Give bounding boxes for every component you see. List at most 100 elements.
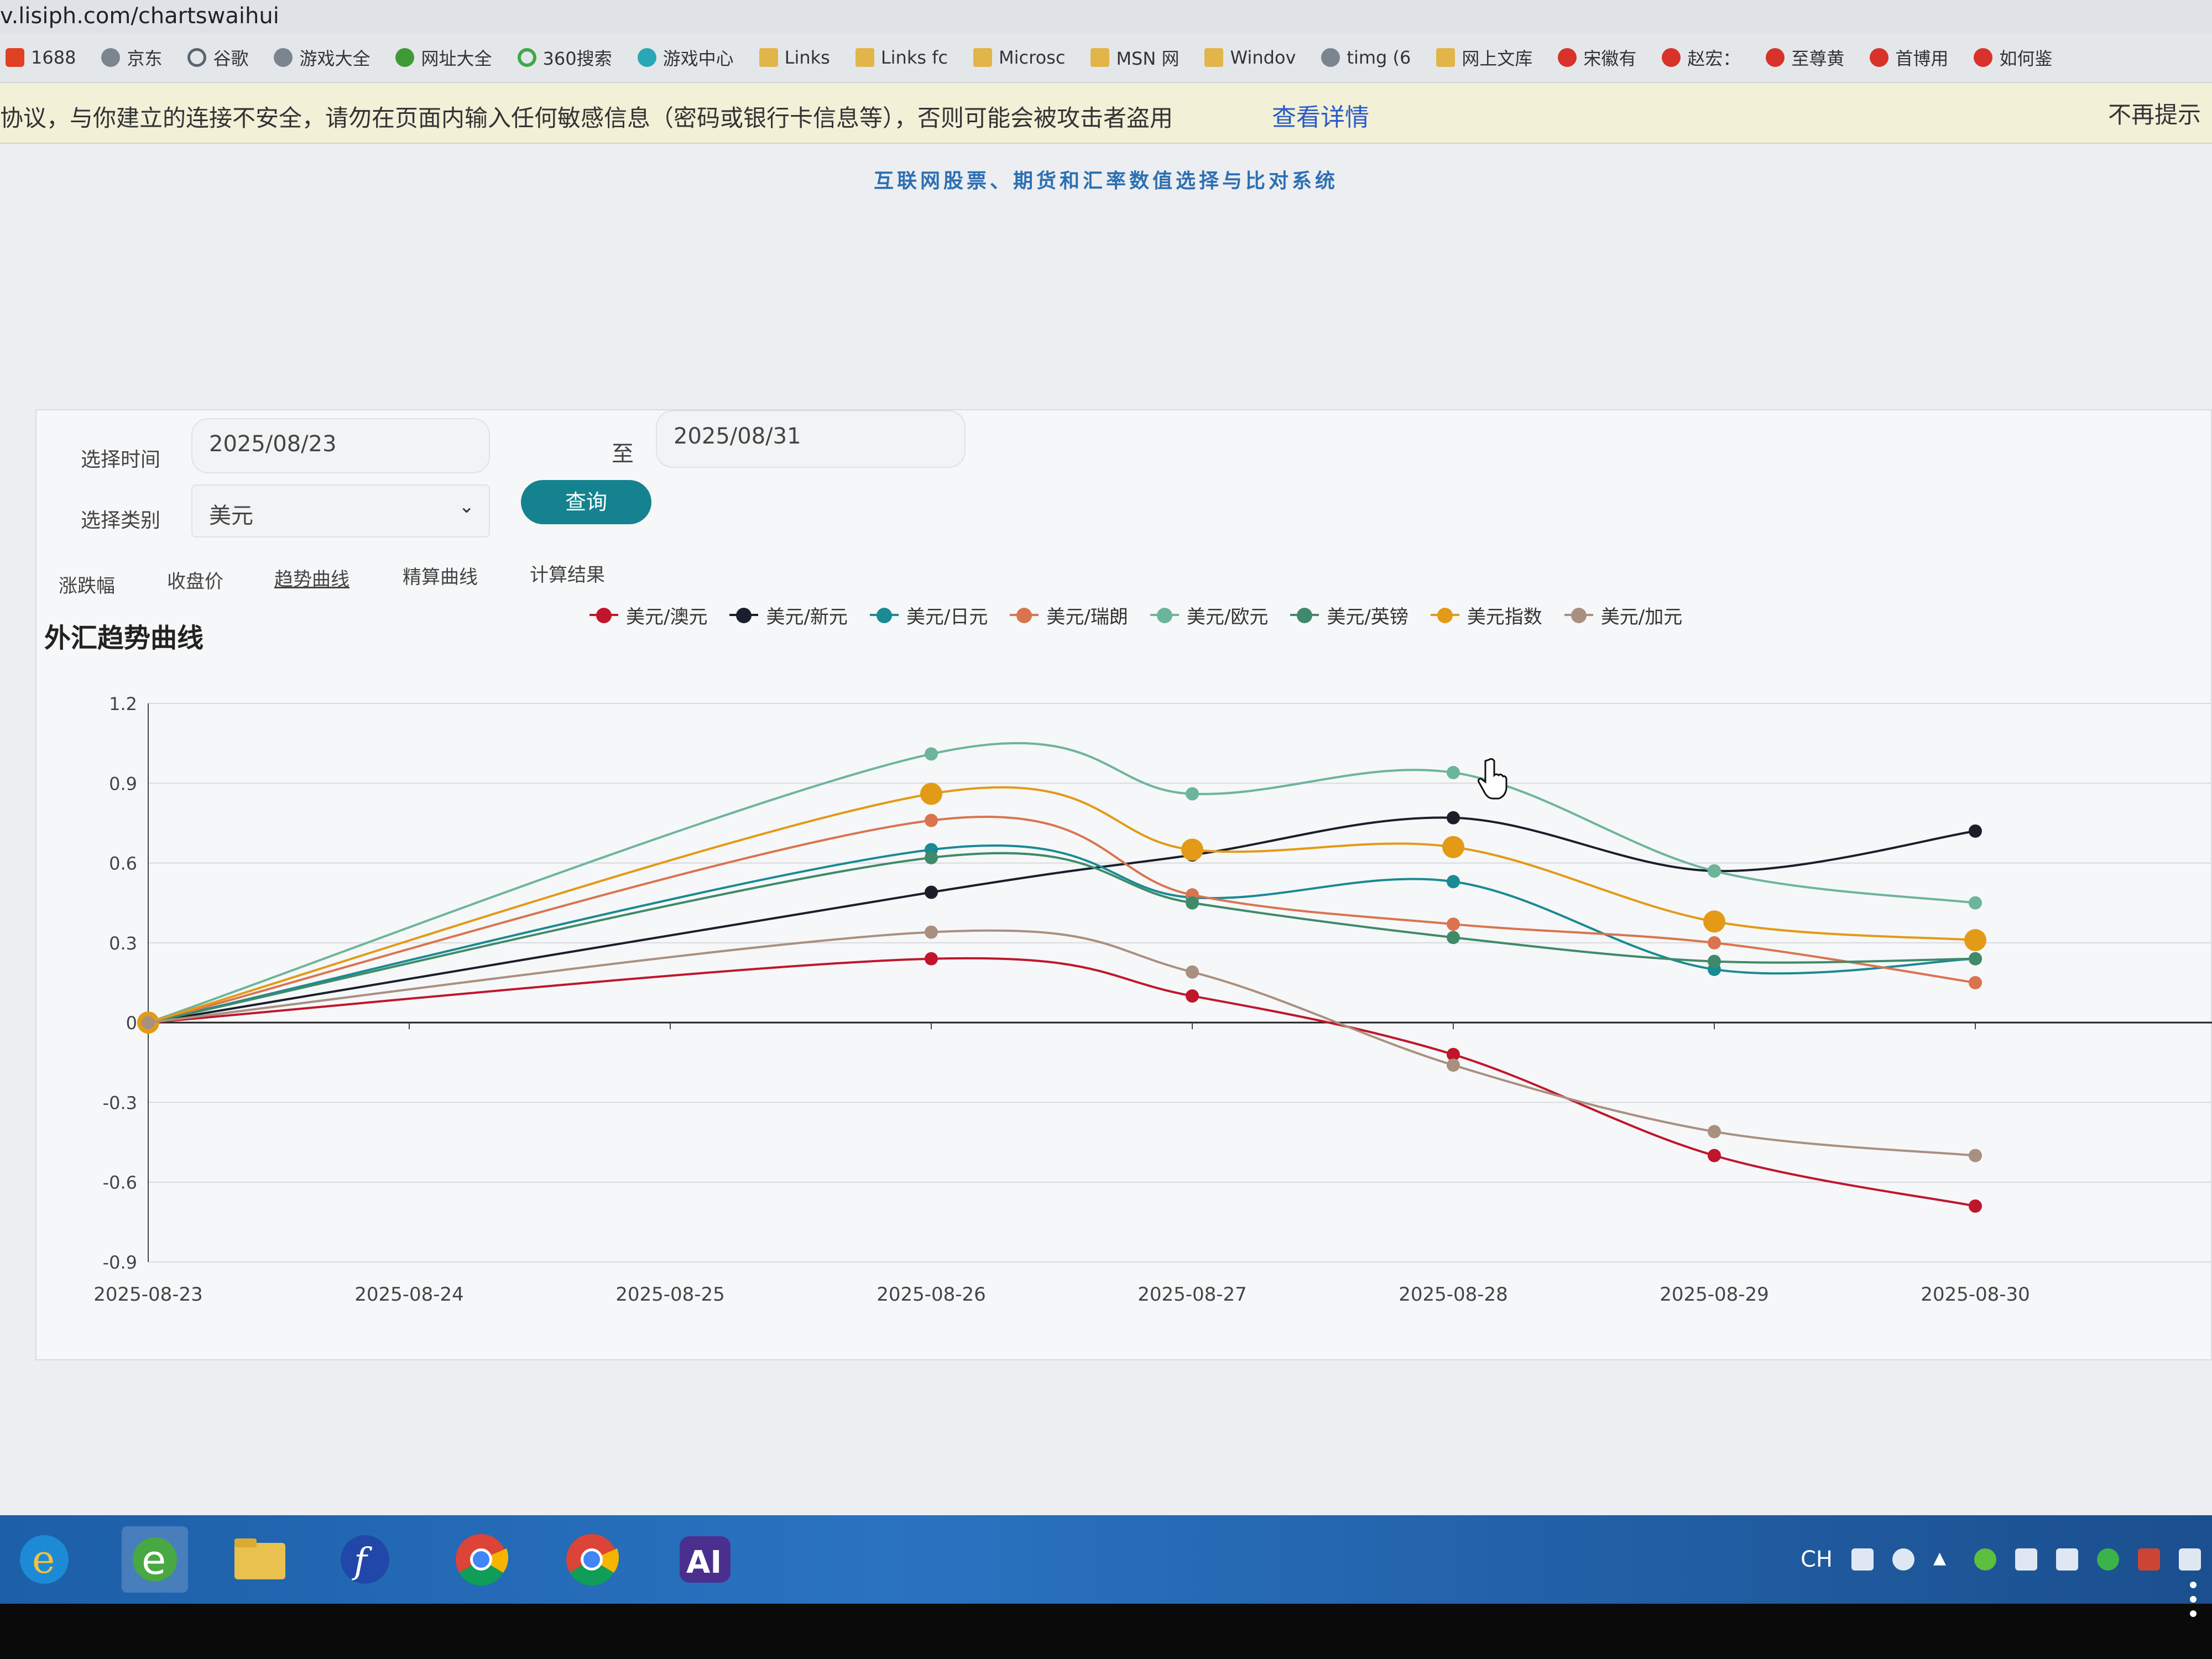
- bottom-strip: [0, 1604, 2212, 1659]
- data-point[interactable]: [1447, 875, 1460, 889]
- ie-icon[interactable]: e: [11, 1526, 77, 1593]
- globe-icon: [274, 48, 293, 67]
- more-options-icon[interactable]: [2190, 1582, 2198, 1617]
- data-point[interactable]: [1703, 910, 1725, 933]
- keyboard-icon[interactable]: [1851, 1548, 1874, 1571]
- security-icon[interactable]: [1974, 1548, 1996, 1571]
- data-point[interactable]: [1447, 1058, 1460, 1072]
- flash-icon[interactable]: f: [332, 1526, 398, 1593]
- url-text[interactable]: v.lisiph.com/chartswaihui: [0, 3, 279, 29]
- data-point[interactable]: [925, 952, 938, 966]
- y-tick-label: -0.9: [103, 1252, 137, 1273]
- bookmark-item[interactable]: 1688: [6, 47, 76, 68]
- data-point[interactable]: [1969, 1149, 1982, 1162]
- bookmark-item[interactable]: 360搜索: [517, 45, 612, 70]
- data-point[interactable]: [1964, 929, 1986, 952]
- bookmark-label: Links: [784, 47, 830, 68]
- bookmark-label: 至尊黄: [1791, 48, 1845, 69]
- bookmark-item[interactable]: 至尊黄: [1766, 45, 1844, 70]
- bookmark-item[interactable]: timg (6: [1321, 47, 1411, 68]
- data-point[interactable]: [1708, 1149, 1721, 1162]
- x-tick-label: 2025-08-29: [1660, 1284, 1769, 1306]
- data-point[interactable]: [1181, 838, 1203, 861]
- bookmark-label: Microsc: [999, 47, 1066, 68]
- data-point[interactable]: [1447, 931, 1460, 945]
- bookmark-item[interactable]: 宋徽有: [1558, 45, 1636, 70]
- dont-show-again-button[interactable]: 不再提示: [2108, 96, 2201, 130]
- bookmark-item[interactable]: 游戏中心: [637, 45, 734, 70]
- address-bar[interactable]: v.lisiph.com/chartswaihui: [0, 0, 2212, 33]
- data-point[interactable]: [1447, 811, 1460, 825]
- data-point[interactable]: [142, 1016, 155, 1030]
- folder-icon: [759, 48, 778, 67]
- chrome-icon[interactable]: [448, 1526, 514, 1593]
- y-tick-label: -0.3: [103, 1092, 137, 1113]
- bookmark-item[interactable]: 如何鉴: [1974, 45, 2052, 70]
- y-tick-label: 1.2: [109, 693, 137, 714]
- bookmark-item[interactable]: 赵宏：: [1662, 45, 1740, 70]
- folder-icon: [973, 48, 993, 67]
- security-warning-bar: 协议，与你建立的连接不安全，请勿在页面内输入任何敏感信息（密码或银行卡信息等），…: [0, 83, 2212, 144]
- x-tick-label: 2025-08-30: [1921, 1284, 2030, 1306]
- chevron-up-icon[interactable]: ▲: [1933, 1548, 1955, 1571]
- data-point[interactable]: [1708, 1125, 1721, 1139]
- network-icon[interactable]: [2097, 1548, 2119, 1571]
- bookmark-item[interactable]: Links fc: [855, 47, 948, 68]
- bookmark-item[interactable]: 谷歌: [187, 45, 248, 70]
- bookmark-item[interactable]: 游戏大全: [274, 45, 370, 70]
- bookmark-item[interactable]: 网址大全: [395, 45, 492, 70]
- data-point[interactable]: [1186, 965, 1199, 979]
- red-square-icon: [6, 48, 24, 67]
- data-point[interactable]: [1186, 787, 1199, 801]
- data-point[interactable]: [1969, 976, 1982, 989]
- data-point[interactable]: [1708, 864, 1721, 878]
- data-point[interactable]: [1447, 766, 1460, 780]
- weibo-icon: [1558, 48, 1577, 67]
- nav-icon: [395, 48, 415, 67]
- data-point[interactable]: [1708, 936, 1721, 950]
- data-point[interactable]: [925, 851, 938, 864]
- bookmark-item[interactable]: Windov: [1204, 47, 1296, 68]
- data-point[interactable]: [1708, 954, 1721, 968]
- view-details-link[interactable]: 查看详情: [1272, 97, 1369, 133]
- folder-icon: [1091, 48, 1110, 67]
- bookmark-label: 如何鉴: [1999, 48, 2053, 69]
- x-tick-label: 2025-08-23: [93, 1284, 203, 1306]
- data-point[interactable]: [1969, 952, 1982, 966]
- data-point[interactable]: [1186, 896, 1199, 910]
- weibo-icon: [1974, 48, 1993, 67]
- illustrator-icon[interactable]: AI: [672, 1526, 738, 1593]
- data-point[interactable]: [1969, 824, 1982, 838]
- data-point[interactable]: [925, 747, 938, 761]
- bookmark-item[interactable]: MSN 网: [1091, 45, 1179, 70]
- bookmark-label: 网上文库: [1462, 48, 1533, 69]
- bookmark-label: Windov: [1230, 47, 1296, 68]
- data-point[interactable]: [1186, 989, 1199, 1003]
- data-point[interactable]: [1969, 896, 1982, 910]
- help-icon[interactable]: [1892, 1548, 1914, 1571]
- bookmark-label: 首博用: [1895, 48, 1949, 69]
- bookmark-item[interactable]: Microsc: [973, 47, 1065, 68]
- volume-icon[interactable]: [2056, 1548, 2078, 1571]
- chrome-icon[interactable]: [559, 1526, 625, 1593]
- bookmark-item[interactable]: 网上文库: [1436, 45, 1532, 70]
- input-method-label[interactable]: CH: [1801, 1547, 1833, 1572]
- signal-icon[interactable]: [2179, 1548, 2201, 1571]
- bookmark-item[interactable]: 京东: [101, 45, 162, 70]
- data-point[interactable]: [925, 925, 938, 939]
- bookmark-item[interactable]: 首博用: [1870, 45, 1948, 70]
- data-point[interactable]: [920, 782, 942, 805]
- data-point[interactable]: [1969, 1199, 1982, 1213]
- data-point[interactable]: [925, 813, 938, 827]
- bookmark-label: 京东: [127, 48, 163, 69]
- bookmark-label: 360搜索: [542, 48, 612, 69]
- bookmark-item[interactable]: Links: [759, 47, 830, 68]
- data-point[interactable]: [925, 885, 938, 899]
- action-center-flag-icon[interactable]: [2138, 1548, 2160, 1571]
- series-line: [148, 957, 1976, 1207]
- battery-icon[interactable]: [2015, 1548, 2037, 1571]
- ie-edge-icon[interactable]: e: [122, 1526, 188, 1593]
- data-point[interactable]: [1442, 836, 1464, 858]
- data-point[interactable]: [1447, 917, 1460, 931]
- file-explorer-icon[interactable]: [227, 1526, 293, 1593]
